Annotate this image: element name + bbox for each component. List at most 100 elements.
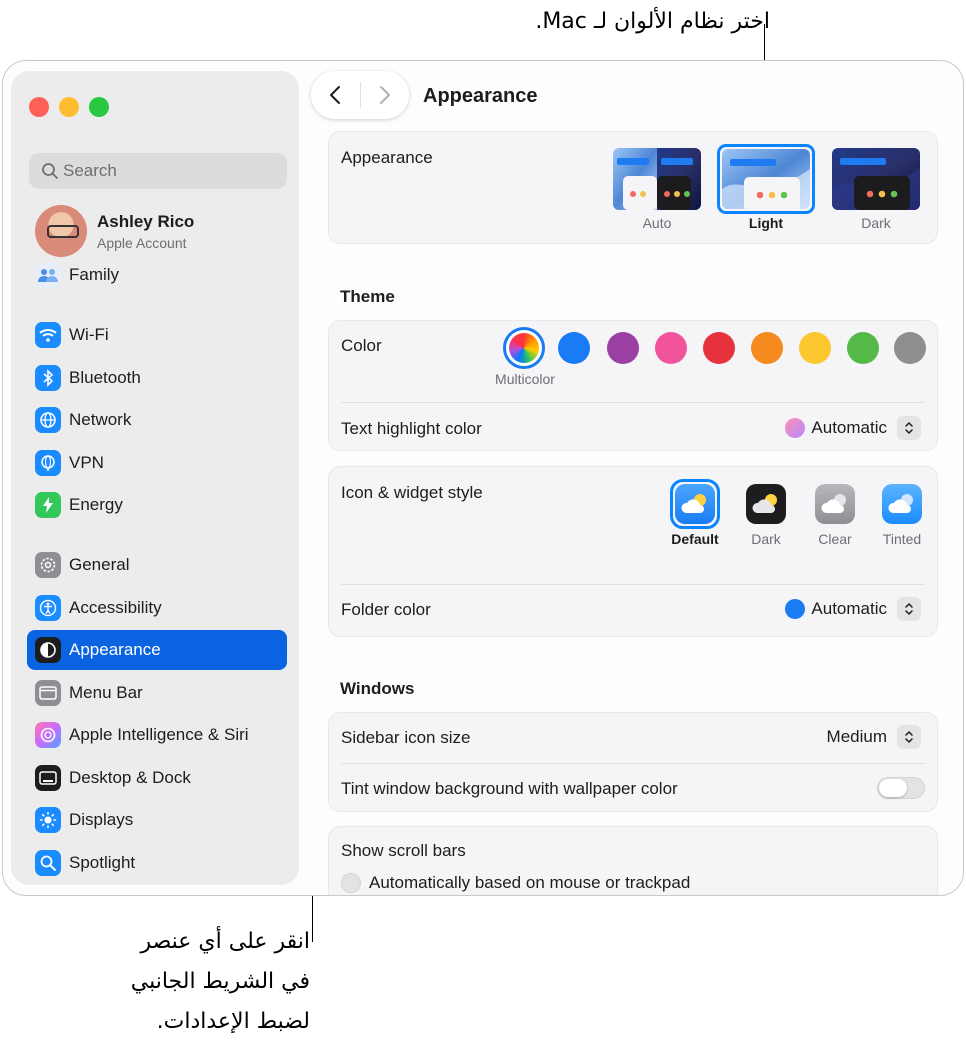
sidebar-item-label: Appearance — [69, 640, 161, 659]
chevron-up-down-icon — [897, 416, 921, 440]
sidebar-item-label: Wi-Fi — [69, 325, 109, 344]
text-highlight-popup[interactable]: Automatic — [785, 416, 921, 440]
icon-style-clear[interactable] — [815, 484, 855, 524]
sidebar-item-apple-intelligence-siri[interactable]: Apple Intelligence & Siri — [27, 715, 287, 755]
dock-icon — [35, 765, 61, 791]
windows-group: Sidebar icon size Medium Tint window bac… — [328, 712, 938, 812]
theme-section-title: Theme — [340, 287, 395, 306]
sidebar-item-bluetooth[interactable]: Bluetooth — [27, 358, 287, 398]
sidebar: Search Ashley Rico Apple Account Family … — [11, 71, 299, 885]
spotlight-icon — [35, 850, 61, 876]
appearance-option-light[interactable] — [722, 149, 810, 209]
sidebar-item-energy[interactable]: Energy — [27, 485, 287, 525]
sidebar-item-family[interactable]: Family — [27, 255, 287, 295]
text-highlight-value: Automatic — [811, 418, 887, 437]
sun-icon — [35, 807, 61, 833]
family-icon — [35, 262, 61, 288]
sidebar-item-label: Accessibility — [69, 598, 162, 617]
appearance-option-auto[interactable] — [613, 148, 701, 210]
sidebar-item-label: Network — [69, 410, 132, 429]
search-placeholder: Search — [63, 161, 117, 180]
folder-color-popup[interactable]: Automatic — [785, 597, 921, 621]
avatar — [35, 205, 87, 257]
sidebar-icon-size-label: Sidebar icon size — [341, 728, 471, 747]
sidebar-item-accessibility[interactable]: Accessibility — [27, 588, 287, 628]
icon-style-label: Default — [671, 531, 719, 547]
sidebar-item-label: Bluetooth — [69, 368, 141, 387]
appearance-option-label: Dark — [861, 215, 891, 231]
scroll-auto-radio[interactable] — [341, 873, 361, 893]
search-input[interactable]: Search — [29, 153, 287, 189]
icon-widget-group: Icon & widget style Default Dark Clear T… — [328, 466, 938, 637]
show-scroll-bars-label: Show scroll bars — [341, 841, 466, 860]
appearance-label: Appearance — [341, 148, 433, 167]
weather-icon — [888, 494, 913, 513]
color-swatch-orange[interactable] — [751, 332, 783, 364]
page-title: Appearance — [423, 85, 538, 107]
menubar-icon — [35, 680, 61, 706]
sidebar-icon-size-popup[interactable]: Medium — [827, 725, 921, 749]
sidebar-item-wifi[interactable]: Wi-Fi — [27, 315, 287, 355]
chevron-left-icon — [330, 86, 341, 104]
sidebar-item-label: VPN — [69, 453, 104, 472]
sidebar-item-label: Apple Intelligence & Siri — [69, 725, 249, 744]
appearance-option-label: Auto — [642, 215, 672, 231]
sidebar-item-label: Desktop & Dock — [69, 768, 191, 787]
sidebar-item-spotlight[interactable]: Spotlight — [27, 843, 287, 883]
highlight-color-dot — [785, 418, 806, 438]
sidebar-item-network[interactable]: Network — [27, 400, 287, 440]
sidebar-item-menu-bar[interactable]: Menu Bar — [27, 673, 287, 713]
callout-choose-color-scheme: اختر نظام الألوان لـ Mac. — [535, 9, 770, 34]
color-label: Color — [341, 336, 382, 355]
sidebar-item-displays[interactable]: Displays — [27, 800, 287, 840]
tint-window-toggle[interactable] — [877, 777, 925, 799]
apple-account[interactable]: Ashley Rico Apple Account — [35, 205, 194, 257]
appearance-option-dark[interactable] — [832, 148, 920, 210]
sidebar-item-desktop-dock[interactable]: Desktop & Dock — [27, 758, 287, 798]
text-highlight-label: Text highlight color — [341, 419, 482, 438]
color-swatch-purple[interactable] — [607, 332, 639, 364]
back-button[interactable] — [311, 71, 360, 119]
weather-icon — [681, 494, 706, 513]
close-window-button[interactable] — [29, 97, 49, 117]
theme-color-group: Color Multicolor Text highlight color Au… — [328, 320, 938, 451]
vpn-globe-icon — [35, 450, 61, 476]
zoom-window-button[interactable] — [89, 97, 109, 117]
bolt-icon — [35, 492, 61, 518]
sidebar-item-vpn[interactable]: VPN — [27, 443, 287, 483]
chevron-up-down-icon — [897, 725, 921, 749]
wifi-icon — [35, 322, 61, 348]
chevron-up-down-icon — [897, 597, 921, 621]
forward-button[interactable] — [360, 71, 409, 119]
icon-style-dark[interactable] — [746, 484, 786, 524]
icon-style-default[interactable] — [675, 484, 715, 524]
color-swatch-multicolor[interactable] — [503, 327, 545, 369]
sidebar-item-general[interactable]: General — [27, 545, 287, 585]
appearance-option-label: Light — [748, 215, 784, 231]
icon-style-label: Dark — [751, 531, 781, 547]
sidebar-item-label: Menu Bar — [69, 683, 143, 702]
gear-icon — [35, 552, 61, 578]
globe-icon — [35, 407, 61, 433]
icon-style-tinted[interactable] — [882, 484, 922, 524]
search-icon — [42, 163, 58, 179]
color-swatch-red[interactable] — [703, 332, 735, 364]
sidebar-item-label: Family — [69, 265, 120, 284]
sidebar-item-label: Displays — [69, 810, 134, 829]
color-swatch-yellow[interactable] — [799, 332, 831, 364]
color-swatch-graphite[interactable] — [894, 332, 926, 364]
sidebar-item-appearance[interactable]: Appearance — [27, 630, 287, 670]
minimize-window-button[interactable] — [59, 97, 79, 117]
color-swatch-blue[interactable] — [558, 332, 590, 364]
chevron-right-icon — [379, 86, 390, 104]
multicolor-label: Multicolor — [495, 371, 555, 387]
weather-icon — [752, 494, 777, 513]
appearance-icon — [35, 637, 61, 663]
navigation-buttons — [311, 71, 409, 119]
tint-window-label: Tint window background with wallpaper co… — [341, 779, 678, 798]
folder-color-value: Automatic — [811, 599, 887, 618]
account-subtitle: Apple Account — [97, 234, 187, 251]
color-swatch-green[interactable] — [847, 332, 879, 364]
color-swatch-pink[interactable] — [655, 332, 687, 364]
appearance-group: Appearance Auto Light Dark — [328, 131, 938, 244]
